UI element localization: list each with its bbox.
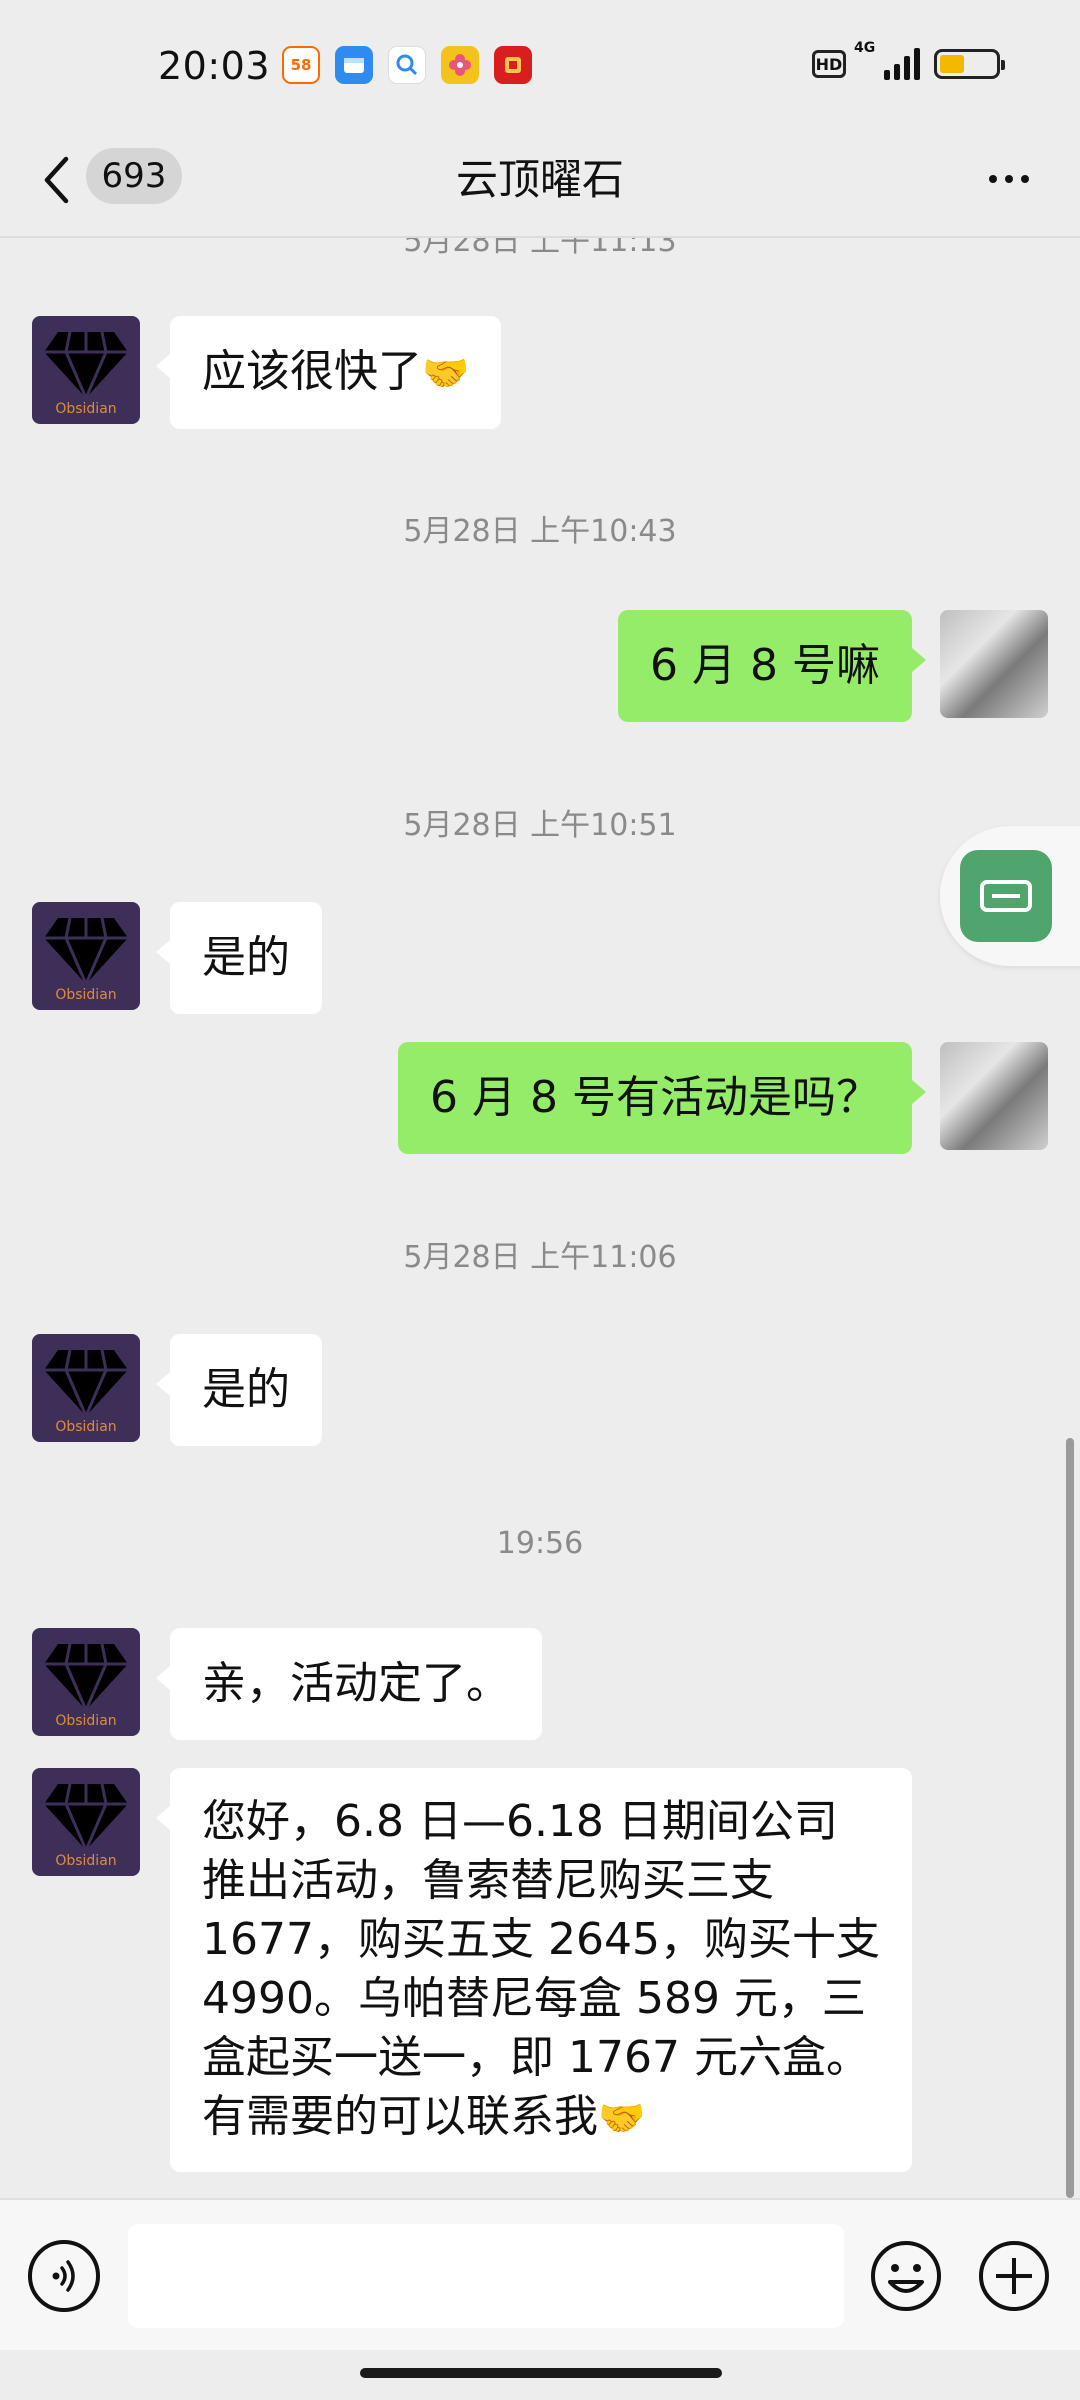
contact-avatar[interactable]: Obsidian xyxy=(32,316,140,424)
widget-icon xyxy=(960,850,1052,942)
emoji-button[interactable] xyxy=(870,2240,942,2312)
timestamp: 5月28日 上午10:43 xyxy=(403,514,677,549)
handshake-icon: 🤝 xyxy=(598,2096,646,2140)
emoji-icon xyxy=(871,2241,941,2311)
user-avatar[interactable] xyxy=(940,610,1048,718)
chevron-left-icon xyxy=(44,156,69,204)
flower-app-icon xyxy=(441,46,479,84)
back-button[interactable] xyxy=(42,150,82,210)
more-options-button[interactable] xyxy=(976,154,1042,204)
diamond-logo-icon xyxy=(44,917,128,988)
message-input[interactable] xyxy=(128,2224,844,2328)
avatar-brand-label: Obsidian xyxy=(55,987,117,1003)
search-app-icon xyxy=(388,46,426,84)
message-bubble-incoming[interactable]: 是的 xyxy=(156,1334,322,1446)
status-time: 20:03 xyxy=(158,44,271,88)
more-functions-button[interactable] xyxy=(978,2240,1050,2312)
scrollbar[interactable] xyxy=(1066,1438,1074,2198)
message-text: 亲，活动定了。 xyxy=(202,1658,510,1709)
message-list[interactable]: 5月28日 上午11:13 Obsidian 应该很快了🤝 5月28日 上午10… xyxy=(0,238,1080,2198)
avatar-brand-label: Obsidian xyxy=(55,1419,117,1435)
home-indicator[interactable] xyxy=(360,2368,722,2378)
message-bubble-outgoing[interactable]: 6 月 8 号有活动是吗？ xyxy=(398,1042,926,1154)
more-dots-icon xyxy=(989,175,997,183)
contact-avatar[interactable]: Obsidian xyxy=(32,1628,140,1736)
system-icons: HD 4G xyxy=(812,40,1005,80)
message-text: 6 月 8 号嘛 xyxy=(650,640,880,691)
avatar-brand-label: Obsidian xyxy=(55,1853,117,1869)
timestamp: 5月28日 上午10:51 xyxy=(403,808,677,843)
timestamp: 19:56 xyxy=(496,1526,584,1561)
contact-avatar[interactable]: Obsidian xyxy=(32,1334,140,1442)
message-bubble-incoming[interactable]: 您好，6.8 日—6.18 日期间公司推出活动，鲁索替尼购买三支 1677，购买… xyxy=(156,1768,912,2172)
message-text: 您好，6.8 日—6.18 日期间公司推出活动，鲁索替尼购买三支 1677，购买… xyxy=(202,1796,880,2142)
diamond-logo-icon xyxy=(44,1643,128,1714)
more-dot xyxy=(1021,175,1029,183)
input-bar xyxy=(0,2198,1080,2350)
chat-header: 693 云顶曜石 xyxy=(0,130,1080,240)
status-bar: 20:03 58 HD 4G xyxy=(0,0,1080,130)
message-bubble-incoming[interactable]: 应该很快了🤝 xyxy=(155,316,502,429)
handshake-icon: 🤝 xyxy=(422,351,470,395)
red-app-icon xyxy=(494,46,532,84)
contact-avatar[interactable]: Obsidian xyxy=(32,1768,140,1876)
message-bubble-incoming[interactable]: 亲，活动定了。 xyxy=(156,1628,542,1740)
timestamp: 5月28日 上午11:06 xyxy=(403,1240,677,1275)
network-type-label: 4G xyxy=(854,40,876,56)
user-avatar[interactable] xyxy=(940,1042,1048,1150)
files-app-icon xyxy=(335,46,373,84)
message-bubble-incoming[interactable]: 是的 xyxy=(156,902,322,1014)
voice-input-icon xyxy=(52,2260,75,2292)
voice-button[interactable] xyxy=(28,2240,100,2312)
timestamp: 5月28日 上午11:13 xyxy=(403,238,677,259)
unread-count-badge[interactable]: 693 xyxy=(86,148,182,204)
diamond-logo-icon xyxy=(44,1783,128,1854)
signal-icon: 4G xyxy=(854,40,920,80)
hd-icon: HD xyxy=(812,50,846,78)
avatar-brand-label: Obsidian xyxy=(55,1713,117,1729)
floating-widget[interactable] xyxy=(940,826,1080,966)
diamond-logo-icon xyxy=(44,1349,128,1420)
message-bubble-outgoing[interactable]: 6 月 8 号嘛 xyxy=(618,610,926,722)
message-text: 应该很快了 xyxy=(202,346,422,397)
message-text: 6 月 8 号有活动是吗？ xyxy=(430,1072,880,1123)
plus-icon xyxy=(979,2241,1049,2311)
diamond-logo-icon xyxy=(44,331,128,402)
notification-icons: 58 xyxy=(282,46,532,84)
58-app-icon: 58 xyxy=(282,46,320,84)
message-text: 是的 xyxy=(202,1364,290,1415)
contact-avatar[interactable]: Obsidian xyxy=(32,902,140,1010)
message-text: 是的 xyxy=(202,932,290,983)
more-dot xyxy=(1005,175,1013,183)
avatar-brand-label: Obsidian xyxy=(55,401,117,417)
battery-icon xyxy=(934,49,1005,79)
